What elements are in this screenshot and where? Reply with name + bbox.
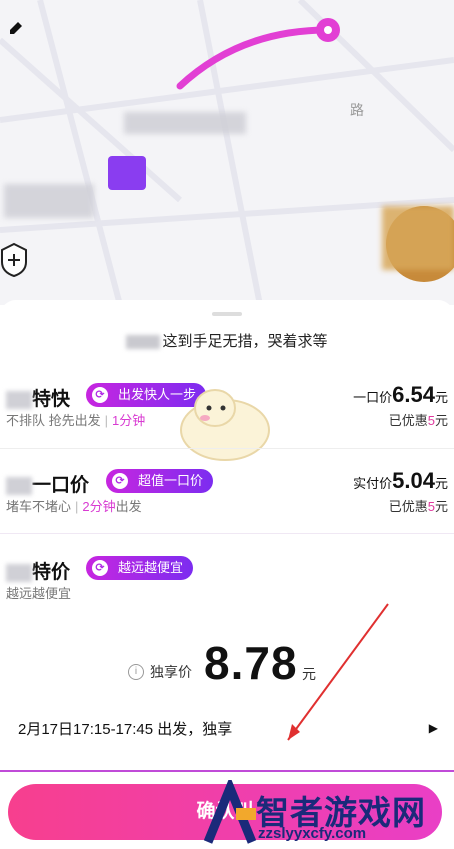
option-price: 实付价5.04元 (353, 468, 448, 493)
option-title[interactable]: 特快 (6, 384, 70, 411)
annotation-arrow (287, 603, 389, 741)
drag-handle[interactable] (212, 312, 242, 316)
option-discount: 已优惠5元 (388, 499, 448, 514)
flash-icon: ⟳ (112, 473, 128, 489)
flash-icon: ⟳ (92, 387, 108, 403)
option-badge: ⟳ 超值一口价 (106, 469, 214, 493)
option-title[interactable]: 特价 (6, 557, 70, 584)
info-icon[interactable]: i (128, 664, 144, 680)
option-subtitle: 不排队 抢先出发 | 1分钟 (6, 413, 146, 428)
option-subtitle: 堵车不堵心 | 2分钟出发 (6, 499, 142, 514)
chevron-right-icon[interactable]: ▶ (429, 721, 438, 735)
option-price: 一口价6.54元 (353, 382, 448, 407)
notice-text: 这到手足无措，哭着求等 (0, 330, 454, 351)
option-badge: ⟳ 越远越便宜 (86, 556, 194, 580)
option-discount: 已优惠5元 (388, 413, 448, 428)
mascot-image (180, 389, 270, 461)
watermark: 智者游戏网 zzslyyxcfy.com (200, 780, 454, 849)
option-subtitle: 越远越便宜 (6, 586, 72, 601)
road-label: 路 (350, 102, 364, 118)
map-view[interactable]: 路 (0, 0, 454, 305)
flash-icon: ⟳ (92, 560, 108, 576)
watermark-logo (203, 780, 257, 844)
option-title[interactable]: 一口价 (6, 470, 89, 497)
departure-time[interactable]: 2月17日17:15-17:45 出发，独享 (18, 718, 232, 739)
